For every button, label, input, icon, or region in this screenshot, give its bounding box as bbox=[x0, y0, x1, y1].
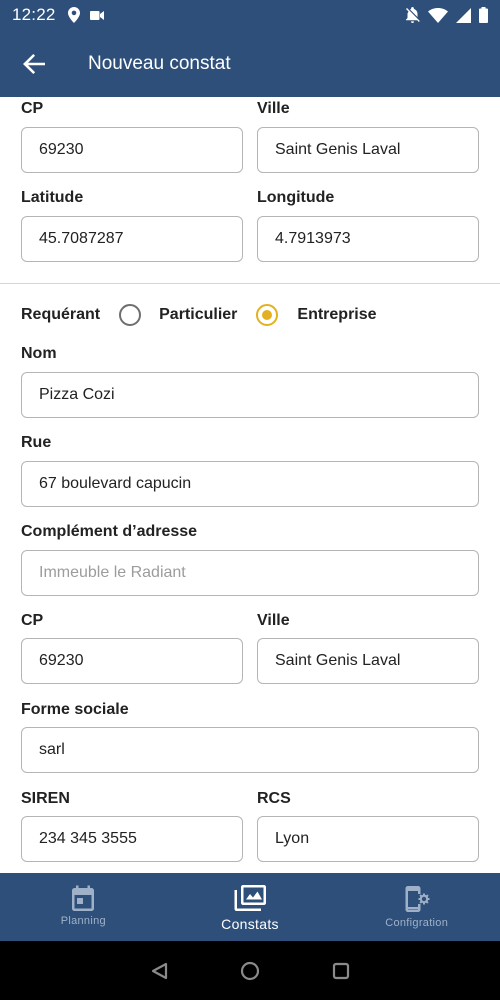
video-camera-icon bbox=[89, 10, 104, 21]
status-time: 12:22 bbox=[12, 5, 56, 24]
signal-icon bbox=[456, 7, 471, 23]
cp-label: CP bbox=[21, 100, 44, 117]
nom-field[interactable]: Pizza Cozi bbox=[21, 372, 479, 418]
bottom-navigation: Planning Constats Configration bbox=[0, 873, 500, 941]
forme-sociale-field[interactable]: sarl bbox=[21, 727, 479, 773]
back-button[interactable] bbox=[14, 44, 54, 84]
nav-configuration[interactable]: Configration bbox=[333, 873, 500, 941]
radio-entreprise[interactable] bbox=[256, 304, 279, 326]
nom-label: Nom bbox=[21, 345, 57, 362]
battery-icon bbox=[479, 7, 488, 23]
longitude-field[interactable]: 4.7913973 bbox=[257, 216, 479, 262]
complement-label: Complément d’adresse bbox=[21, 523, 198, 540]
calendar-icon bbox=[72, 885, 95, 911]
rue-field[interactable]: 67 boulevard capucin bbox=[21, 461, 479, 507]
page-title: Nouveau constat bbox=[88, 52, 231, 74]
wifi-icon bbox=[428, 7, 448, 23]
requerant-radio-group: Requérant Particulier Entreprise bbox=[21, 302, 377, 328]
rcs-label: RCS bbox=[257, 790, 291, 807]
cp-field[interactable]: 69230 bbox=[21, 127, 243, 173]
nav-constats-label: Constats bbox=[221, 916, 279, 932]
ville-field[interactable]: Saint Genis Laval bbox=[257, 127, 479, 173]
section-divider bbox=[0, 283, 500, 284]
photo-library-icon bbox=[234, 885, 266, 911]
radio-particulier-label[interactable]: Particulier bbox=[159, 306, 237, 324]
nav-planning-label: Planning bbox=[60, 915, 106, 927]
location-icon bbox=[67, 7, 80, 23]
phone-settings-icon bbox=[405, 886, 430, 912]
circle-home-icon bbox=[240, 961, 260, 980]
forme-sociale-label: Forme sociale bbox=[21, 701, 129, 718]
longitude-label: Longitude bbox=[257, 189, 335, 206]
app-bar: Nouveau constat bbox=[0, 30, 500, 97]
siren-label: SIREN bbox=[21, 790, 70, 807]
company-ville-field[interactable]: Saint Genis Laval bbox=[257, 638, 479, 684]
status-bar: 12:22 bbox=[0, 0, 500, 30]
radio-particulier[interactable] bbox=[119, 304, 142, 326]
radio-entreprise-label[interactable]: Entreprise bbox=[297, 306, 376, 324]
ville-label: Ville bbox=[257, 100, 290, 117]
rcs-field[interactable]: Lyon bbox=[257, 816, 479, 862]
company-cp-field[interactable]: 69230 bbox=[21, 638, 243, 684]
system-navigation-bar bbox=[0, 941, 500, 1000]
arrow-back-icon bbox=[23, 53, 45, 74]
complement-field[interactable]: Immeuble le Radiant bbox=[21, 550, 479, 596]
square-recents-icon bbox=[332, 962, 350, 979]
company-cp-label: CP bbox=[21, 612, 44, 629]
company-ville-label: Ville bbox=[257, 612, 290, 629]
rue-label: Rue bbox=[21, 434, 52, 451]
requerant-label: Requérant bbox=[21, 306, 101, 323]
latitude-label: Latitude bbox=[21, 189, 84, 206]
system-back-button[interactable] bbox=[150, 962, 168, 980]
siren-field[interactable]: 234 345 3555 bbox=[21, 816, 243, 862]
nav-constats[interactable]: Constats bbox=[167, 873, 334, 941]
notifications-off-icon bbox=[405, 7, 420, 23]
form-content[interactable]: CP 69230 Ville Saint Genis Laval Latitud… bbox=[0, 97, 500, 873]
nav-configuration-label: Configration bbox=[385, 917, 449, 929]
nav-planning[interactable]: Planning bbox=[0, 873, 167, 941]
system-recents-button[interactable] bbox=[332, 962, 350, 980]
triangle-back-icon bbox=[151, 962, 168, 979]
system-home-button[interactable] bbox=[240, 961, 260, 981]
latitude-field[interactable]: 45.7087287 bbox=[21, 216, 243, 262]
